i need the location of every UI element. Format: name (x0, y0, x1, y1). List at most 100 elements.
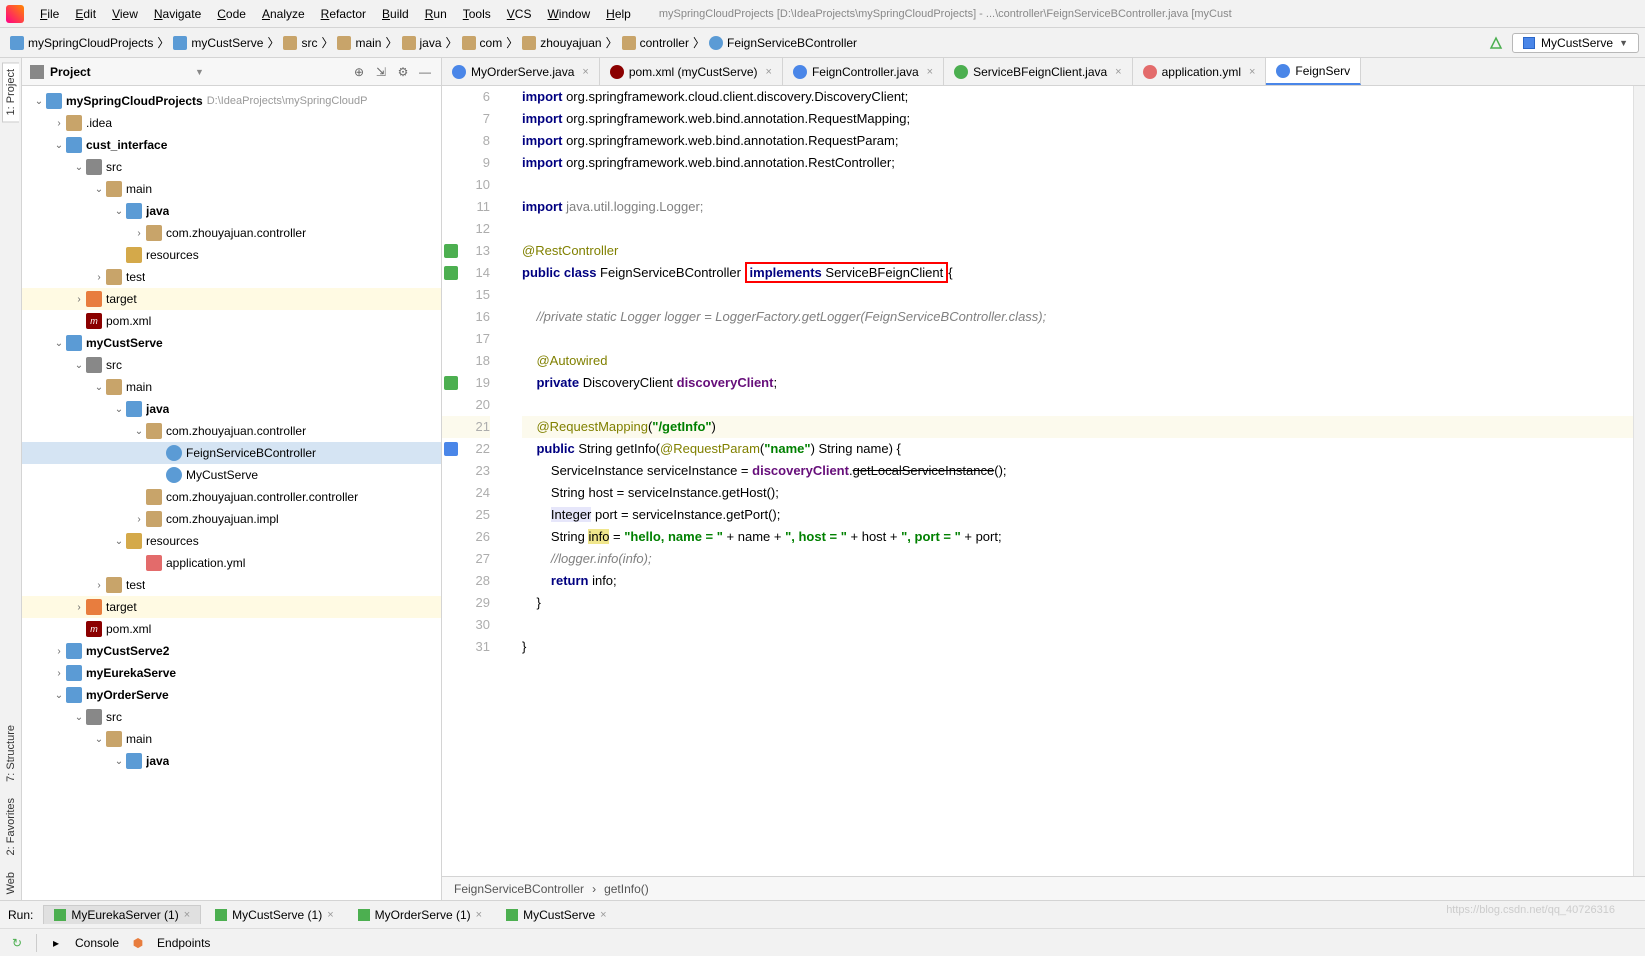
code-line[interactable]: } (522, 636, 1633, 658)
tree-arrow-icon[interactable]: ⌄ (112, 404, 126, 415)
run-tab[interactable]: MyEurekaServer (1)× (43, 905, 201, 924)
tree-node[interactable]: mpom.xml (22, 618, 441, 640)
tree-node[interactable]: ⌄myCustServe (22, 332, 441, 354)
line-number[interactable]: 28 (442, 570, 490, 592)
bc-method[interactable]: getInfo() (604, 882, 649, 896)
close-icon[interactable]: × (600, 909, 606, 921)
bc-class[interactable]: FeignServiceBController (454, 882, 584, 896)
tree-arrow-icon[interactable]: › (132, 228, 146, 239)
tree-arrow-icon[interactable]: ⌄ (72, 712, 86, 723)
tree-arrow-icon[interactable]: ⌄ (52, 690, 66, 701)
minimize-icon[interactable]: — (417, 64, 433, 80)
tree-arrow-icon[interactable]: ⌄ (72, 162, 86, 173)
menu-view[interactable]: View (104, 7, 146, 21)
console-icon[interactable]: ▸ (47, 934, 65, 952)
menu-navigate[interactable]: Navigate (146, 7, 209, 21)
tree-node[interactable]: ⌄cust_interface (22, 134, 441, 156)
tree-node[interactable]: ›.idea (22, 112, 441, 134)
code-line[interactable] (522, 218, 1633, 240)
code-line[interactable]: String host = serviceInstance.getHost(); (522, 482, 1633, 504)
breadcrumb-item[interactable]: controller (618, 36, 693, 50)
tree-arrow-icon[interactable]: ⌄ (92, 382, 106, 393)
line-number[interactable]: 15 (442, 284, 490, 306)
tree-arrow-icon[interactable]: ⌄ (52, 338, 66, 349)
gutter[interactable]: 6789101112131415161718192021222324252627… (442, 86, 502, 876)
tree-node[interactable]: resources (22, 244, 441, 266)
tree-arrow-icon[interactable]: ⌄ (112, 536, 126, 547)
run-tab[interactable]: MyCustServe (1)× (205, 905, 343, 924)
line-number[interactable]: 13 (442, 240, 490, 262)
line-number[interactable]: 21 (442, 416, 490, 438)
code-line[interactable]: //private static Logger logger = LoggerF… (522, 306, 1633, 328)
code-line[interactable]: import org.springframework.web.bind.anno… (522, 130, 1633, 152)
vtab-favorites[interactable]: 2: Favorites (3, 792, 19, 861)
tree-node[interactable]: ›target (22, 596, 441, 618)
tree-node[interactable]: mpom.xml (22, 310, 441, 332)
tree-arrow-icon[interactable]: › (132, 514, 146, 525)
tree-node[interactable]: ⌄src (22, 156, 441, 178)
line-number[interactable]: 19 (442, 372, 490, 394)
code-line[interactable] (522, 614, 1633, 636)
tree-node[interactable]: ›myCustServe2 (22, 640, 441, 662)
tree-arrow-icon[interactable]: › (72, 294, 86, 305)
editor-tab[interactable]: FeignServ (1266, 58, 1361, 85)
line-number[interactable]: 14 (442, 262, 490, 284)
tree-arrow-icon[interactable]: ⌄ (112, 756, 126, 767)
vtab-web[interactable]: Web (3, 866, 19, 900)
breadcrumb-item[interactable]: java (398, 36, 446, 50)
line-number[interactable]: 12 (442, 218, 490, 240)
rerun-icon[interactable]: ↻ (8, 934, 26, 952)
impl-gutter-icon[interactable] (444, 376, 458, 390)
over-gutter-icon[interactable] (444, 442, 458, 456)
line-number[interactable]: 30 (442, 614, 490, 636)
close-icon[interactable]: × (582, 66, 588, 78)
menu-code[interactable]: Code (209, 7, 254, 21)
menu-analyze[interactable]: Analyze (254, 7, 313, 21)
tree-arrow-icon[interactable]: ⌄ (52, 140, 66, 151)
code-editor[interactable]: 6789101112131415161718192021222324252627… (442, 86, 1645, 876)
tree-arrow-icon[interactable]: ⌄ (32, 96, 46, 107)
tree-node[interactable]: ⌄java (22, 398, 441, 420)
gear-icon[interactable]: ⚙ (395, 64, 411, 80)
line-number[interactable]: 29 (442, 592, 490, 614)
tree-arrow-icon[interactable]: ⌄ (92, 734, 106, 745)
tree-node[interactable]: ⌄src (22, 706, 441, 728)
tree-node[interactable]: ⌄main (22, 178, 441, 200)
locate-icon[interactable]: ⊕ (351, 64, 367, 80)
code-content[interactable]: import org.springframework.cloud.client.… (502, 86, 1633, 876)
line-number[interactable]: 16 (442, 306, 490, 328)
line-number[interactable]: 25 (442, 504, 490, 526)
editor-tab[interactable]: application.yml× (1133, 58, 1267, 85)
build-icon[interactable] (1488, 35, 1504, 51)
vtab-structure[interactable]: 7: Structure (3, 719, 19, 788)
code-line[interactable]: @Autowired (522, 350, 1633, 372)
line-number[interactable]: 6 (442, 86, 490, 108)
menu-build[interactable]: Build (374, 7, 417, 21)
tree-node[interactable]: ›test (22, 574, 441, 596)
tree-node[interactable]: FeignServiceBController (22, 442, 441, 464)
tree-arrow-icon[interactable]: ⌄ (72, 360, 86, 371)
endpoints-icon[interactable]: ⬢ (129, 934, 147, 952)
line-number[interactable]: 27 (442, 548, 490, 570)
run-tab[interactable]: MyCustServe× (496, 905, 616, 924)
impl-gutter-icon[interactable] (444, 266, 458, 280)
tree-node[interactable]: ⌄com.zhouyajuan.controller (22, 420, 441, 442)
vtab-project[interactable]: 1: Project (2, 62, 19, 122)
code-line[interactable]: public String getInfo(@RequestParam("nam… (522, 438, 1633, 460)
code-line[interactable]: ServiceInstance serviceInstance = discov… (522, 460, 1633, 482)
tree-node[interactable]: ⌄src (22, 354, 441, 376)
tree-node[interactable]: ›target (22, 288, 441, 310)
tree-arrow-icon[interactable]: › (92, 272, 106, 283)
breadcrumb-item[interactable]: zhouyajuan (518, 36, 605, 50)
run-config-selector[interactable]: MyCustServe ▼ (1512, 33, 1639, 53)
chevron-down-icon[interactable]: ▼ (195, 67, 204, 77)
tree-node[interactable]: ›com.zhouyajuan.impl (22, 508, 441, 530)
tree-arrow-icon[interactable]: ⌄ (112, 206, 126, 217)
editor-tab[interactable]: ServiceBFeignClient.java× (944, 58, 1133, 85)
tree-node[interactable]: MyCustServe (22, 464, 441, 486)
code-line[interactable]: @RequestMapping("/getInfo") (522, 416, 1633, 438)
run-tab[interactable]: MyOrderServe (1)× (348, 905, 492, 924)
code-line[interactable]: public class FeignServiceBController imp… (522, 262, 1633, 284)
code-line[interactable]: } (522, 592, 1633, 614)
breadcrumb-item[interactable]: src (279, 36, 321, 50)
